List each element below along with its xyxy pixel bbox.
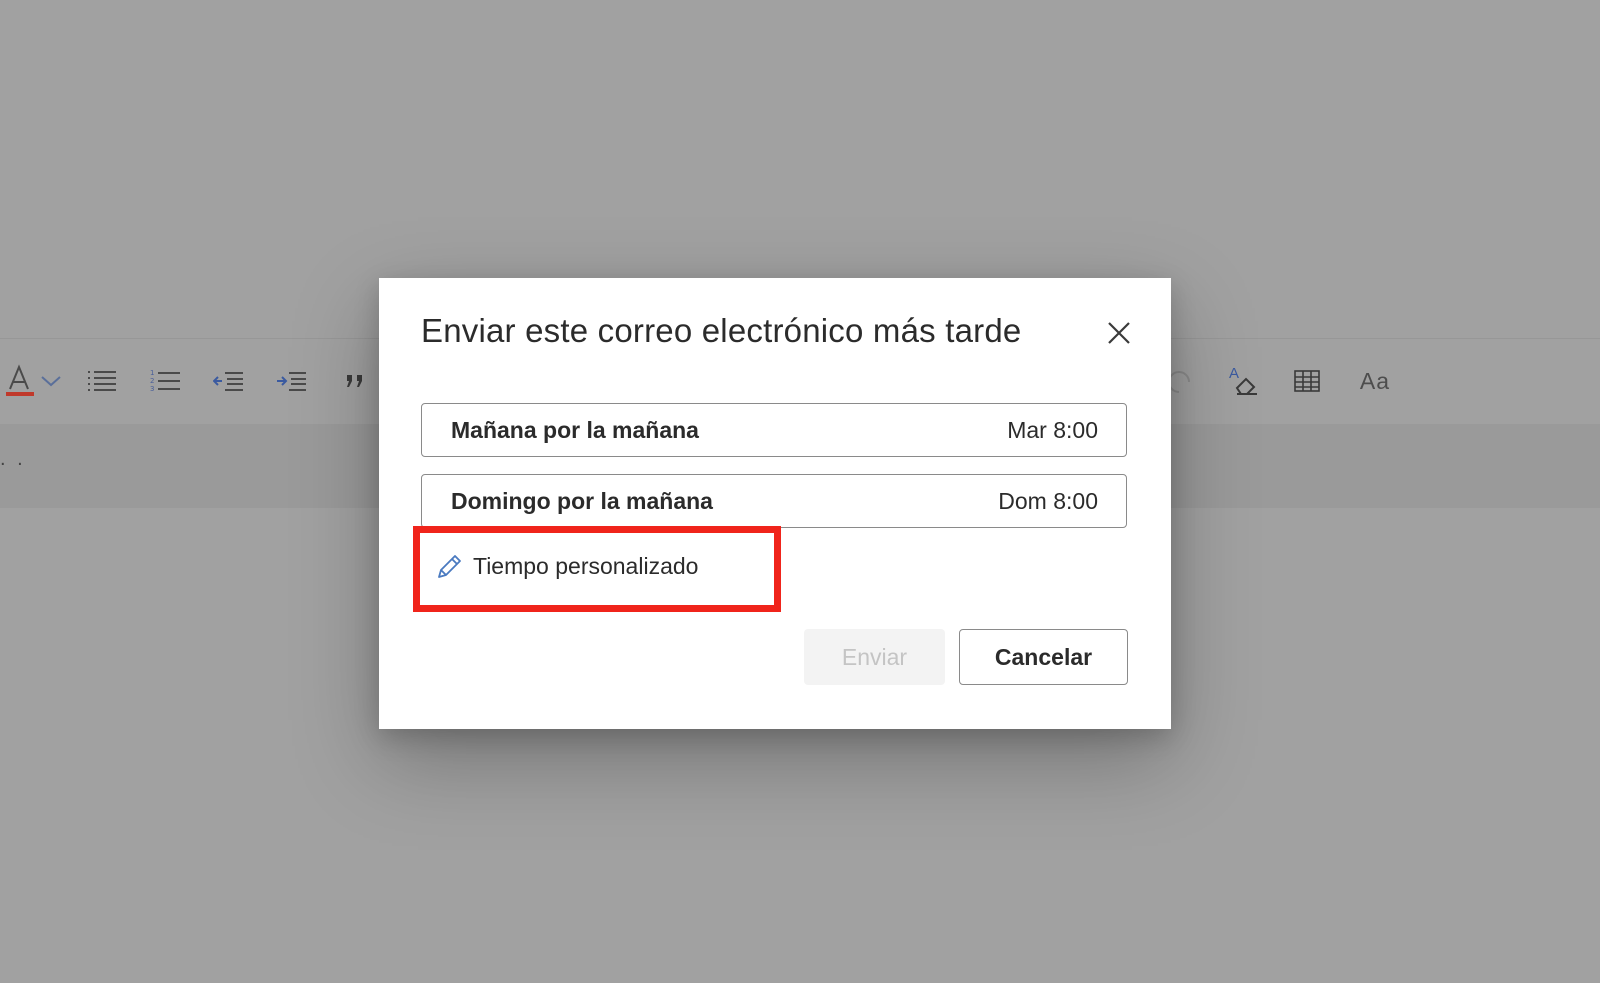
svg-text:3: 3: [150, 385, 154, 393]
font-color-icon[interactable]: [0, 361, 40, 401]
option-sunday-morning[interactable]: Domingo por la mañana Dom 8:00: [421, 474, 1127, 528]
svg-text:2: 2: [150, 377, 154, 385]
option-time: Mar 8:00: [1007, 416, 1098, 443]
numbering-icon[interactable]: 123: [146, 361, 186, 401]
svg-text:A: A: [1229, 365, 1239, 382]
more-formatting-icon[interactable]: Aa: [1350, 361, 1400, 401]
dialog-title: Enviar este correo electrónico más tarde: [421, 312, 1022, 349]
chevron-down-icon[interactable]: [36, 361, 66, 401]
decrease-indent-icon[interactable]: [209, 361, 249, 401]
increase-indent-icon[interactable]: [272, 361, 312, 401]
custom-time-option[interactable]: Tiempo personalizado: [435, 546, 698, 586]
send-button[interactable]: Enviar: [804, 629, 945, 685]
option-tomorrow-morning[interactable]: Mañana por la mañana Mar 8:00: [421, 403, 1127, 457]
option-time: Dom 8:00: [998, 487, 1098, 514]
pencil-icon: [438, 555, 461, 578]
close-icon: [1108, 322, 1130, 344]
subject-text: . .: [0, 448, 26, 470]
table-icon[interactable]: [1287, 361, 1327, 401]
bullets-icon[interactable]: [82, 361, 122, 401]
svg-text:1: 1: [150, 369, 154, 377]
close-button[interactable]: [1102, 316, 1136, 350]
custom-time-label: Tiempo personalizado: [473, 552, 699, 579]
option-label: Mañana por la mañana: [451, 416, 699, 443]
font-size-label: Aa: [1359, 367, 1391, 394]
quote-icon[interactable]: [335, 361, 375, 401]
send-later-dialog: Enviar este correo electrónico más tarde…: [379, 278, 1171, 729]
option-label: Domingo por la mañana: [451, 487, 713, 514]
cancel-button[interactable]: Cancelar: [959, 629, 1128, 685]
clear-formatting-icon[interactable]: A: [1224, 361, 1264, 401]
